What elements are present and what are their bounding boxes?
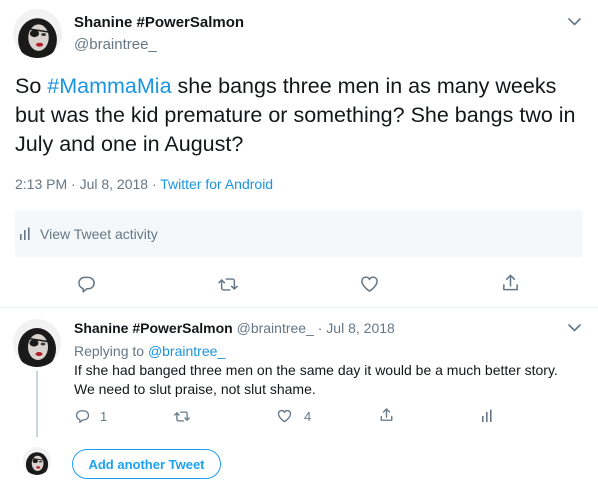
tweet-text: So #MammaMia she bangs three men in as m…: [15, 72, 585, 159]
reply-icon[interactable]: [76, 274, 96, 294]
avatar: [23, 447, 51, 475]
author-handle[interactable]: @braintree_: [74, 36, 157, 53]
reply-author-name[interactable]: Shanine #PowerSalmon: [74, 320, 233, 336]
thread-line: [36, 371, 38, 437]
hashtag-link[interactable]: #MammaMia: [47, 74, 171, 98]
share-icon[interactable]: [500, 273, 520, 293]
timestamp[interactable]: 2:13 PM · Jul 8, 2018 ·: [15, 176, 160, 192]
like-count: 4: [304, 409, 312, 424]
replying-to: Replying to @braintree_: [74, 343, 225, 359]
replying-to-mention[interactable]: @braintree_: [148, 343, 225, 359]
reply-icon[interactable]: [74, 408, 90, 424]
heart-icon[interactable]: [276, 408, 292, 424]
avatar[interactable]: [13, 319, 61, 367]
reply-handle-date[interactable]: @braintree_ · Jul 8, 2018: [233, 320, 395, 336]
replying-to-label: Replying to: [74, 343, 148, 359]
tweet-text-start: So: [15, 74, 48, 98]
chevron-down-icon[interactable]: [566, 322, 582, 334]
avatar-image: [13, 319, 61, 367]
reply-count: 1: [100, 409, 108, 424]
add-tweet-area: Add another Tweet: [0, 434, 598, 498]
reply-text: If she had banged three men on the same …: [74, 362, 558, 397]
reply-tweet: Shanine #PowerSalmon @braintree_ · Jul 8…: [0, 309, 598, 437]
tweet-meta: 2:13 PM · Jul 8, 2018 · Twitter for Andr…: [15, 176, 273, 192]
bar-chart-icon[interactable]: [480, 408, 496, 424]
author-name[interactable]: Shanine #PowerSalmon: [74, 14, 244, 31]
add-another-tweet-button[interactable]: Add another Tweet: [72, 449, 221, 479]
main-tweet: Shanine #PowerSalmon @braintree_ So #Mam…: [0, 0, 598, 308]
activity-label: View Tweet activity: [40, 225, 158, 242]
heart-icon[interactable]: [359, 274, 379, 294]
avatar[interactable]: [13, 9, 62, 58]
retweet-icon[interactable]: [174, 408, 190, 424]
share-icon[interactable]: [378, 407, 394, 423]
reply-header: Shanine #PowerSalmon @braintree_ · Jul 8…: [74, 320, 395, 336]
view-tweet-activity[interactable]: View Tweet activity: [15, 210, 583, 257]
avatar-image: [13, 9, 62, 58]
chevron-down-icon[interactable]: [566, 16, 582, 28]
bar-chart-icon: [19, 227, 33, 241]
source-link[interactable]: Twitter for Android: [160, 176, 273, 192]
avatar-image: [23, 447, 51, 475]
retweet-icon[interactable]: [218, 274, 238, 294]
